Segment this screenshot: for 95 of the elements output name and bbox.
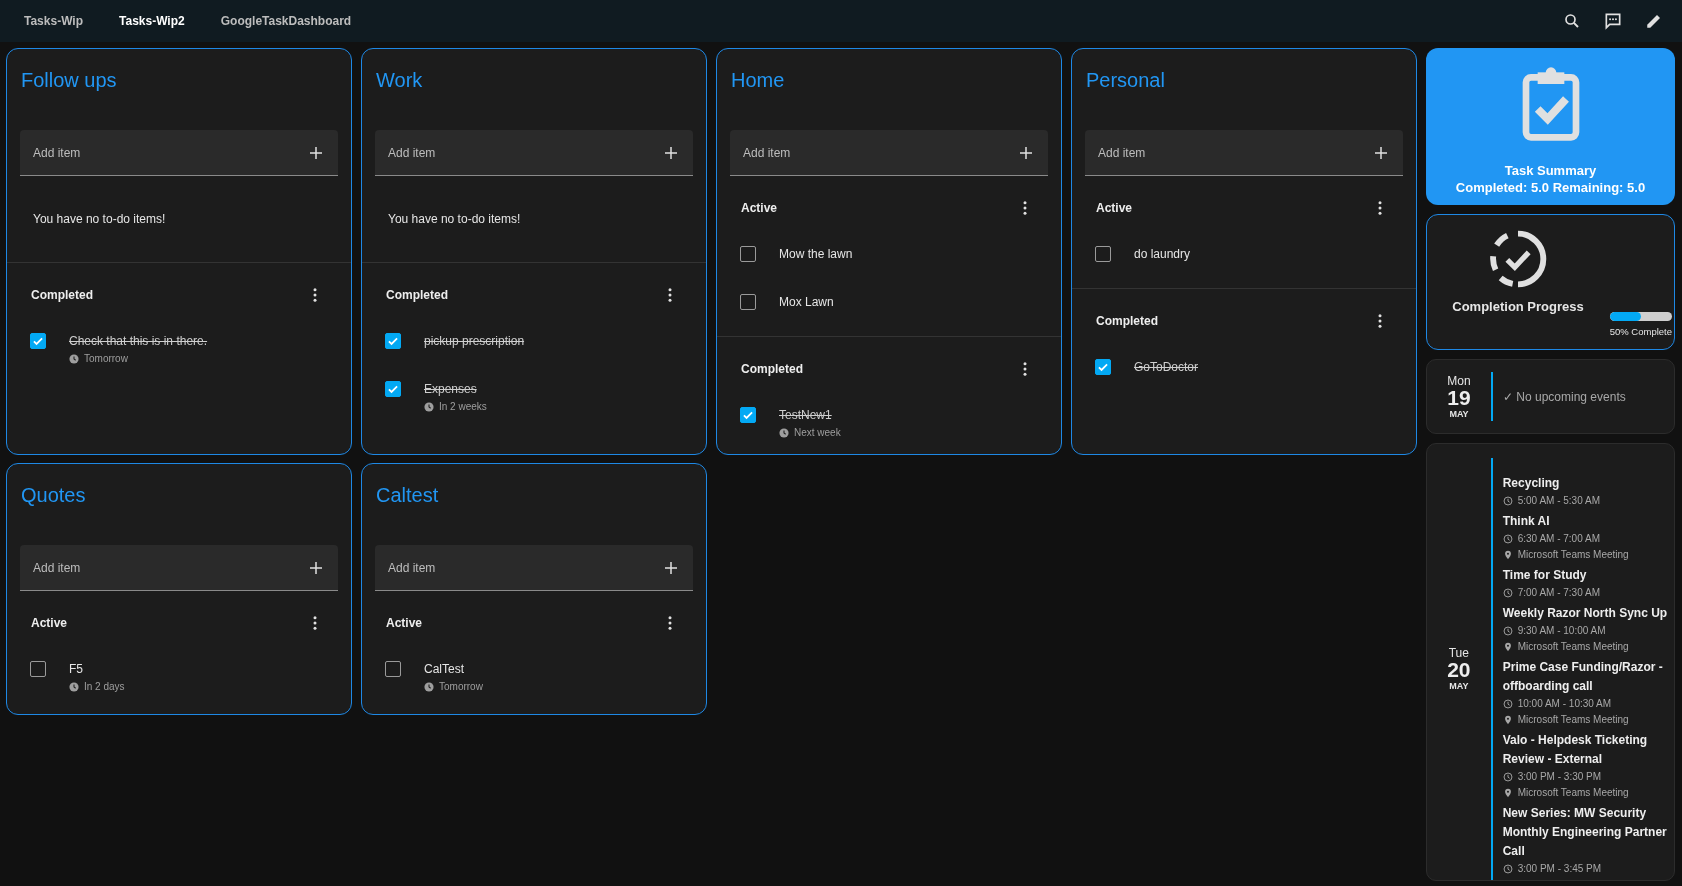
weekday: Tue (1448, 647, 1469, 659)
nav-tab[interactable]: Tasks-Wip2 (119, 12, 185, 30)
list-title: Caltest (376, 483, 440, 508)
summary-title: Task Summary (1503, 162, 1598, 179)
task-text: Check that this is in there. (69, 333, 208, 350)
task-text: Expenses (424, 381, 478, 398)
task-text: F5 (69, 661, 84, 678)
day-number: 20 (1447, 659, 1471, 680)
section-heading: Active (741, 200, 778, 217)
event-title: Think AI (1502, 513, 1551, 530)
list-title: Follow ups (21, 68, 118, 93)
add-item-field[interactable]: Add item (375, 130, 693, 176)
nav-tab[interactable]: GoogleTaskDashboard (220, 12, 352, 30)
clock-icon (1502, 772, 1513, 782)
event-time: 5:00 AM - 5:30 AM (1517, 494, 1600, 508)
event-title: Valo - Helpdesk Ticketing Review - External (1502, 732, 1649, 768)
checkbox[interactable] (740, 294, 756, 310)
clock-icon (1502, 534, 1513, 544)
event-title: Recycling (1502, 475, 1561, 492)
add-item-field[interactable]: Add item (20, 130, 338, 176)
clock-icon (69, 682, 79, 692)
section-heading: Completed (741, 361, 803, 378)
due-date: Tomorrow (439, 680, 483, 694)
event-time: 3:00 PM - 3:45 PM (1517, 862, 1602, 876)
checkbox[interactable] (1095, 359, 1111, 375)
section-heading: Active (1096, 200, 1133, 217)
no-events-message: ✓ No upcoming events (1502, 388, 1626, 406)
list-title: Personal (1086, 68, 1166, 93)
month: MAY (1449, 409, 1469, 419)
clock-icon (69, 354, 79, 364)
event-time: 3:00 PM - 3:30 PM (1517, 770, 1602, 784)
clock-icon (424, 402, 434, 412)
empty-message: You have no to-do items! (32, 211, 167, 228)
task-text: do laundry (1134, 246, 1191, 263)
due-date: Next week (794, 426, 841, 440)
location-pin-icon (1502, 788, 1513, 798)
nav-tab[interactable]: Tasks-Wip (24, 12, 83, 30)
event-title: New Series: MW Security Monthly Engineering Partner Call (1502, 805, 1668, 860)
add-item-field[interactable]: Add item (20, 545, 338, 591)
clock-icon (1502, 496, 1513, 506)
checkbox[interactable] (740, 246, 756, 262)
checkbox[interactable] (385, 661, 401, 677)
section-heading: Completed (31, 287, 93, 304)
section-heading: Active (386, 615, 423, 632)
task-text: Mow the lawn (779, 246, 853, 263)
event-location: Microsoft Teams Meeting (1517, 640, 1629, 654)
empty-message: You have no to-do items! (387, 211, 522, 228)
event-location: Microsoft Teams Meeting (1517, 713, 1629, 727)
clock-icon (424, 682, 434, 692)
month: MAY (1449, 682, 1469, 691)
event-time: 10:00 AM - 10:30 AM (1517, 697, 1612, 711)
clock-icon (1502, 588, 1513, 598)
checkbox[interactable] (30, 333, 46, 349)
event-time: 6:30 AM - 7:00 AM (1517, 532, 1600, 546)
location-pin-icon (1502, 715, 1513, 725)
event-time: 7:00 AM - 7:30 AM (1517, 586, 1600, 600)
clock-icon (779, 428, 789, 438)
checkbox[interactable] (1095, 246, 1111, 262)
task-text: pickup prescription (424, 333, 525, 350)
event-location: Microsoft Teams Meeting (1517, 548, 1629, 562)
task-text: Mox Lawn (779, 294, 834, 311)
list-title: Home (731, 68, 786, 93)
event-location: Microsoft Teams Meeting (1517, 786, 1629, 800)
clock-icon (1502, 699, 1513, 709)
clock-icon (1502, 864, 1513, 874)
clock-icon (1502, 626, 1513, 636)
progress-label: 50% Complete (1609, 324, 1672, 339)
due-date: Tomorrow (84, 352, 128, 366)
summary-counts: Completed: 5.0 Remaining: 5.0 (1455, 179, 1646, 196)
event-title: Prime Case Funding/Razor - offboarding call (1502, 659, 1664, 695)
event-title: Weekly Razor North Sync Up (1502, 605, 1669, 622)
list-title: Work (376, 68, 424, 93)
location-pin-icon (1502, 550, 1513, 560)
add-item-field[interactable]: Add item (730, 130, 1048, 176)
add-item-field[interactable]: Add item (1085, 130, 1403, 176)
task-text: TestNew1 (779, 407, 833, 424)
list-title: Quotes (21, 483, 87, 508)
task-text: GoToDoctor (1134, 359, 1199, 376)
section-heading: Completed (1096, 313, 1158, 330)
checkbox[interactable] (740, 407, 756, 423)
event-title: Time for Study (1502, 567, 1588, 584)
day-number: 19 (1447, 386, 1471, 408)
weekday: Mon (1447, 374, 1471, 387)
checkbox[interactable] (385, 333, 401, 349)
section-heading: Active (31, 615, 68, 632)
due-date: In 2 weeks (439, 400, 487, 414)
due-date: In 2 days (84, 680, 125, 694)
section-heading: Completed (386, 287, 448, 304)
checkbox[interactable] (30, 661, 46, 677)
location-pin-icon (1502, 642, 1513, 652)
task-text: CalTest (424, 661, 465, 678)
progress-title: Completion Progress (1452, 298, 1584, 316)
event-time: 9:30 AM - 10:00 AM (1517, 624, 1606, 638)
checkbox[interactable] (385, 381, 401, 397)
add-item-field[interactable]: Add item (375, 545, 693, 591)
